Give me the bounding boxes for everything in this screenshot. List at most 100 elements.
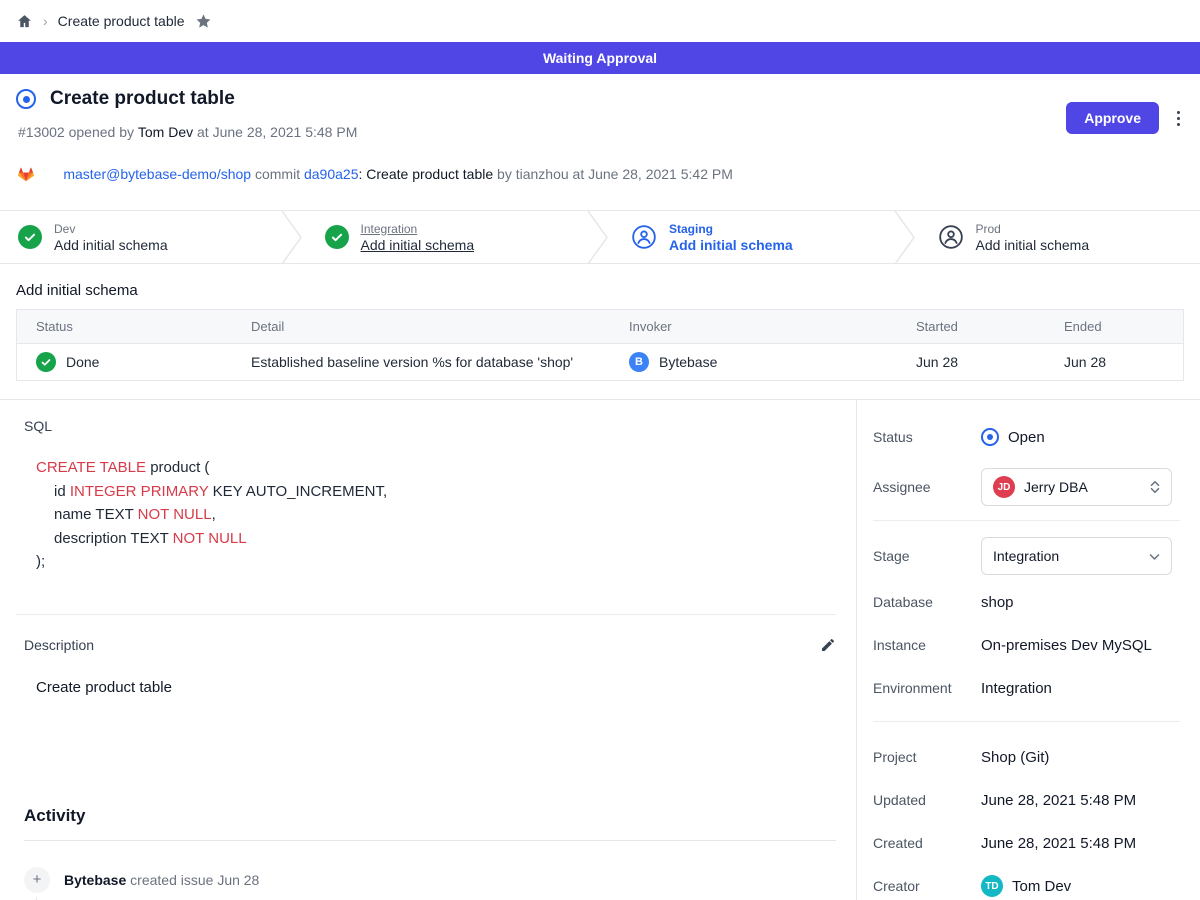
created-value: June 28, 2021 5:48 PM <box>981 835 1136 852</box>
breadcrumb-title[interactable]: Create product table <box>58 13 185 29</box>
issue-open-status-icon <box>16 89 36 109</box>
edit-description-pencil-icon[interactable] <box>820 637 836 653</box>
creator-label: Creator <box>873 878 981 894</box>
task-invoker-name: Bytebase <box>659 354 717 370</box>
stage-prod-pending-icon <box>938 224 964 250</box>
stage-dev[interactable]: Dev Add initial schema <box>0 211 281 263</box>
task-table-header-row: Status Detail Invoker Started Ended <box>17 310 1183 344</box>
sql-code-block: CREATE TABLE product ( id INTEGER PRIMAR… <box>36 456 844 574</box>
activity-action-text: created issue Jun 28 <box>126 872 259 888</box>
sql-token: name TEXT <box>54 506 138 523</box>
sql-section-label: SQL <box>24 418 844 434</box>
creator-value: Tom Dev <box>1012 878 1071 895</box>
git-commit-word: commit <box>251 166 304 182</box>
stage-prod-env-label: Prod <box>976 222 1090 236</box>
col-header-started: Started <box>916 319 1064 334</box>
database-value: shop <box>981 594 1014 611</box>
stage-integration-task-link[interactable]: Add initial schema <box>361 237 475 253</box>
task-table: Status Detail Invoker Started Ended Done… <box>16 309 1184 381</box>
approval-banner-text: Waiting Approval <box>543 50 657 66</box>
stage-label: Stage <box>873 548 981 564</box>
assignee-select[interactable]: JD Jerry DBA <box>981 468 1172 506</box>
sql-token: NOT NULL <box>173 530 247 547</box>
breadcrumb-chevron-icon: › <box>43 13 48 29</box>
issue-meta: #13002 opened by Tom Dev at June 28, 202… <box>18 124 1184 140</box>
stage-integration[interactable]: Integration Add initial schema <box>307 211 588 263</box>
task-status-text: Done <box>66 354 99 370</box>
stage-dev-env-label: Dev <box>54 222 168 236</box>
created-label: Created <box>873 835 981 851</box>
issue-meta-prefix: #13002 opened by <box>18 124 138 140</box>
col-header-ended: Ended <box>1064 319 1183 334</box>
issue-meta-author: Tom Dev <box>138 124 193 140</box>
task-detail-text: Established baseline version %s for data… <box>251 354 629 370</box>
stage-separator-chevron <box>894 211 920 264</box>
col-header-invoker: Invoker <box>629 319 916 334</box>
issue-title: Create product table <box>50 88 235 110</box>
description-text: Create product table <box>36 679 844 696</box>
environment-value: Integration <box>981 680 1052 697</box>
home-icon[interactable] <box>16 13 33 30</box>
assignee-avatar: JD <box>993 476 1015 498</box>
stage-dev-task-label: Add initial schema <box>54 237 168 253</box>
activity-timeline-line <box>36 897 37 900</box>
sql-token: description TEXT <box>54 530 173 547</box>
invoker-avatar: B <box>629 352 649 372</box>
stage-separator-chevron <box>587 211 613 264</box>
stage-staging-env-label: Staging <box>669 222 793 236</box>
activity-section-title: Activity <box>24 806 844 826</box>
pipeline-stage-bar: Dev Add initial schema Integration Add i… <box>0 210 1200 264</box>
sql-token: product ( <box>146 459 209 476</box>
database-label: Database <box>873 594 981 610</box>
git-commit-hash-link[interactable]: da90a25 <box>304 166 359 182</box>
approval-banner: Waiting Approval <box>0 42 1200 74</box>
gitlab-icon <box>18 167 34 182</box>
creator-avatar: TD <box>981 875 1003 897</box>
issue-header: Create product table #13002 opened by To… <box>0 74 1200 210</box>
status-open-icon <box>981 428 999 446</box>
assignee-value: Jerry DBA <box>1024 479 1140 495</box>
instance-label: Instance <box>873 637 981 653</box>
issue-main-column: SQL CREATE TABLE product ( id INTEGER PR… <box>0 400 857 900</box>
sql-token: INTEGER PRIMARY <box>70 483 209 500</box>
approve-button[interactable]: Approve <box>1066 102 1159 134</box>
sql-token: id <box>54 483 70 500</box>
more-actions-kebab-icon[interactable] <box>1173 107 1184 130</box>
updated-label: Updated <box>873 792 981 808</box>
task-started-date: Jun 28 <box>916 354 1064 370</box>
activity-author: Bytebase <box>64 872 126 888</box>
stage-integration-env-link[interactable]: Integration <box>361 222 475 236</box>
breadcrumb: › Create product table <box>0 0 1200 42</box>
sidebar-divider <box>873 721 1180 722</box>
sidebar-divider <box>873 520 1180 521</box>
instance-value: On-premises Dev MySQL <box>981 637 1152 654</box>
stage-integration-done-check-icon <box>325 225 349 249</box>
select-updown-icon <box>1149 480 1161 494</box>
star-icon[interactable] <box>195 13 212 30</box>
issue-meta-suffix: at June 28, 2021 5:48 PM <box>193 124 357 140</box>
stage-staging-pending-approval-icon <box>631 224 657 250</box>
issue-sidebar: Status Open Assignee JD Jerry DBA Stage … <box>857 400 1200 900</box>
stage-staging[interactable]: Staging Add initial schema <box>613 211 894 263</box>
status-value: Open <box>1008 429 1045 446</box>
activity-divider <box>24 840 836 841</box>
col-header-detail: Detail <box>251 319 629 334</box>
description-label: Description <box>24 637 94 653</box>
git-branch-repo-link[interactable]: master@bytebase-demo/shop <box>63 166 251 182</box>
stage-select[interactable]: Integration <box>981 537 1172 575</box>
stage-dev-done-check-icon <box>18 225 42 249</box>
stage-staging-task-label: Add initial schema <box>669 237 793 253</box>
project-value: Shop (Git) <box>981 749 1049 766</box>
sql-token: NOT NULL <box>138 506 212 523</box>
sql-token: KEY AUTO_INCREMENT, <box>208 483 387 500</box>
git-commit-suffix: by tianzhou at June 28, 2021 5:42 PM <box>493 166 733 182</box>
table-row[interactable]: Done Established baseline version %s for… <box>17 344 1183 380</box>
status-label: Status <box>873 429 981 445</box>
sql-token: CREATE TABLE <box>36 459 146 476</box>
section-divider <box>16 614 836 615</box>
col-header-status: Status <box>17 319 251 334</box>
task-ended-date: Jun 28 <box>1064 354 1183 370</box>
stage-separator-chevron <box>281 211 307 264</box>
stage-prod[interactable]: Prod Add initial schema <box>920 211 1200 263</box>
git-commit-message: Create product table <box>366 166 493 182</box>
